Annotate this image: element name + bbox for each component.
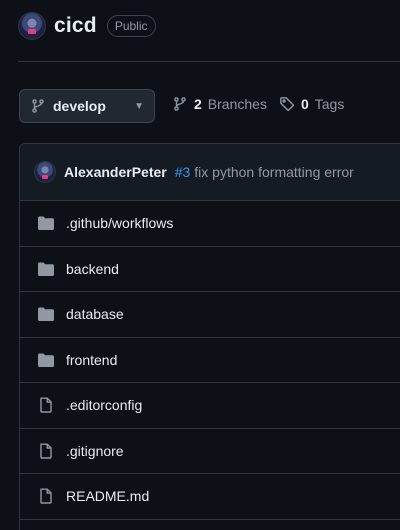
file-row-backend[interactable]: backend bbox=[20, 247, 400, 292]
file-name[interactable]: .gitignore bbox=[66, 443, 124, 459]
file-row-readme[interactable]: README.md bbox=[20, 474, 400, 520]
visibility-badge: Public bbox=[106, 15, 156, 37]
commit-pr-link[interactable]: #3 bbox=[175, 164, 191, 180]
commit-author[interactable]: AlexanderPeter bbox=[64, 164, 167, 180]
file-row-database[interactable]: database bbox=[20, 292, 400, 338]
branches-count: 2 bbox=[194, 96, 202, 112]
file-name[interactable]: frontend bbox=[66, 352, 117, 368]
file-icon bbox=[38, 488, 54, 504]
file-row-github-workflows[interactable]: .github/workflows bbox=[20, 201, 400, 247]
folder-icon bbox=[38, 216, 54, 231]
repo-header: cicd Public bbox=[18, 12, 156, 40]
owner-avatar[interactable] bbox=[18, 12, 46, 40]
branches-link[interactable]: 2 Branches bbox=[172, 96, 267, 112]
file-name[interactable]: database bbox=[66, 306, 124, 322]
tags-link[interactable]: 0 Tags bbox=[279, 96, 344, 112]
file-icon bbox=[38, 443, 54, 459]
branch-selector-button[interactable]: develop ▼ bbox=[19, 89, 155, 123]
file-name[interactable]: .editorconfig bbox=[66, 397, 142, 413]
file-name[interactable]: .github/workflows bbox=[66, 215, 173, 231]
repo-page: cicd Public develop ▼ 2 Branches 0 Tags … bbox=[0, 0, 400, 530]
folder-icon bbox=[38, 262, 54, 276]
tag-icon bbox=[279, 96, 295, 112]
file-name[interactable]: README.md bbox=[66, 488, 149, 504]
tags-label: Tags bbox=[314, 96, 345, 112]
file-name[interactable]: backend bbox=[66, 261, 119, 277]
current-branch-label: develop bbox=[53, 98, 106, 114]
commit-author-avatar[interactable] bbox=[34, 161, 56, 183]
header-divider bbox=[18, 61, 400, 62]
folder-icon bbox=[38, 307, 54, 322]
latest-commit-row: AlexanderPeter #3 fix python formatting … bbox=[20, 144, 400, 201]
folder-icon bbox=[38, 353, 54, 367]
repo-name[interactable]: cicd bbox=[54, 14, 97, 38]
file-row-gitignore[interactable]: .gitignore bbox=[20, 429, 400, 474]
file-row-frontend[interactable]: frontend bbox=[20, 338, 400, 383]
file-icon bbox=[38, 397, 54, 413]
file-row-editorconfig[interactable]: .editorconfig bbox=[20, 383, 400, 429]
commit-message[interactable]: fix python formatting error bbox=[194, 164, 354, 180]
git-branch-icon bbox=[172, 96, 188, 112]
tags-count: 0 bbox=[300, 96, 309, 112]
branches-label: Branches bbox=[207, 96, 267, 112]
file-browser: AlexanderPeter #3 fix python formatting … bbox=[19, 143, 400, 530]
git-branch-icon bbox=[30, 98, 46, 114]
repo-meta-links: 2 Branches 0 Tags bbox=[172, 96, 350, 112]
chevron-down-icon: ▼ bbox=[134, 100, 144, 112]
